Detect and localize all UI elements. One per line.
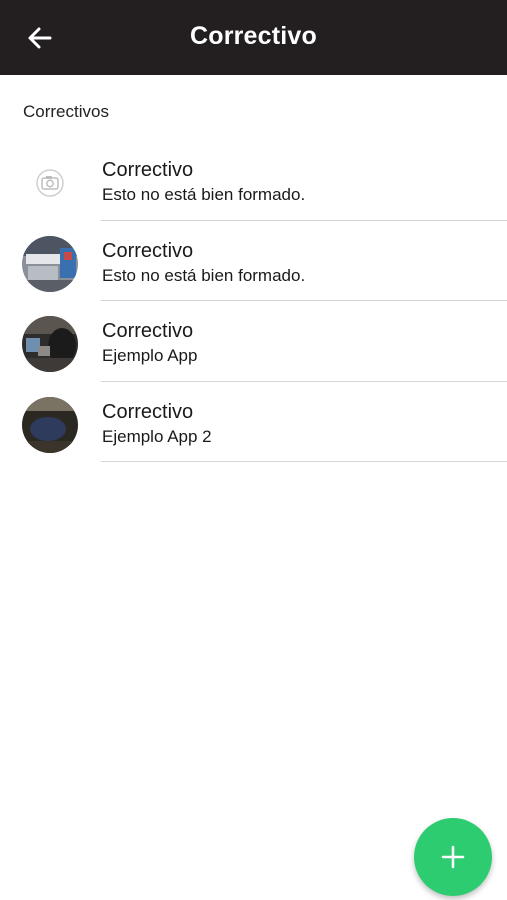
camera-placeholder-icon — [22, 155, 78, 211]
correctivos-list: Correctivo Esto no está bien formado. Co… — [0, 140, 507, 462]
item-photo — [22, 235, 78, 292]
item-title: Correctivo — [102, 159, 194, 181]
item-title: Correctivo — [102, 239, 194, 262]
page-title: Correctivo — [189, 22, 318, 50]
list-item[interactable]: Correctivo Esto no está bien formado. — [0, 140, 507, 221]
plus-icon — [441, 845, 465, 869]
screen: Correctivo Correctivos Correctivo Esto n… — [0, 0, 507, 900]
item-subtitle: Esto no está bien formado. — [102, 265, 306, 285]
divider — [101, 461, 507, 462]
item-subtitle: Ejemplo App 2 — [102, 426, 212, 446]
section-label: Correctivos — [23, 102, 109, 121]
item-subtitle: Ejemplo App — [102, 346, 198, 365]
list-item[interactable]: Correctivo Ejemplo App 2 — [0, 382, 507, 462]
list-item[interactable]: Correctivo Esto no está bien formado. — [0, 221, 507, 301]
item-photo — [22, 316, 78, 372]
item-photo — [22, 396, 78, 453]
item-subtitle: Esto no está bien formado. — [102, 185, 306, 204]
list-item[interactable]: Correctivo Ejemplo App — [0, 301, 507, 382]
item-title: Correctivo — [102, 320, 194, 342]
app-bar: Correctivo — [0, 0, 507, 75]
item-title: Correctivo — [102, 400, 194, 423]
add-button[interactable] — [414, 818, 492, 896]
